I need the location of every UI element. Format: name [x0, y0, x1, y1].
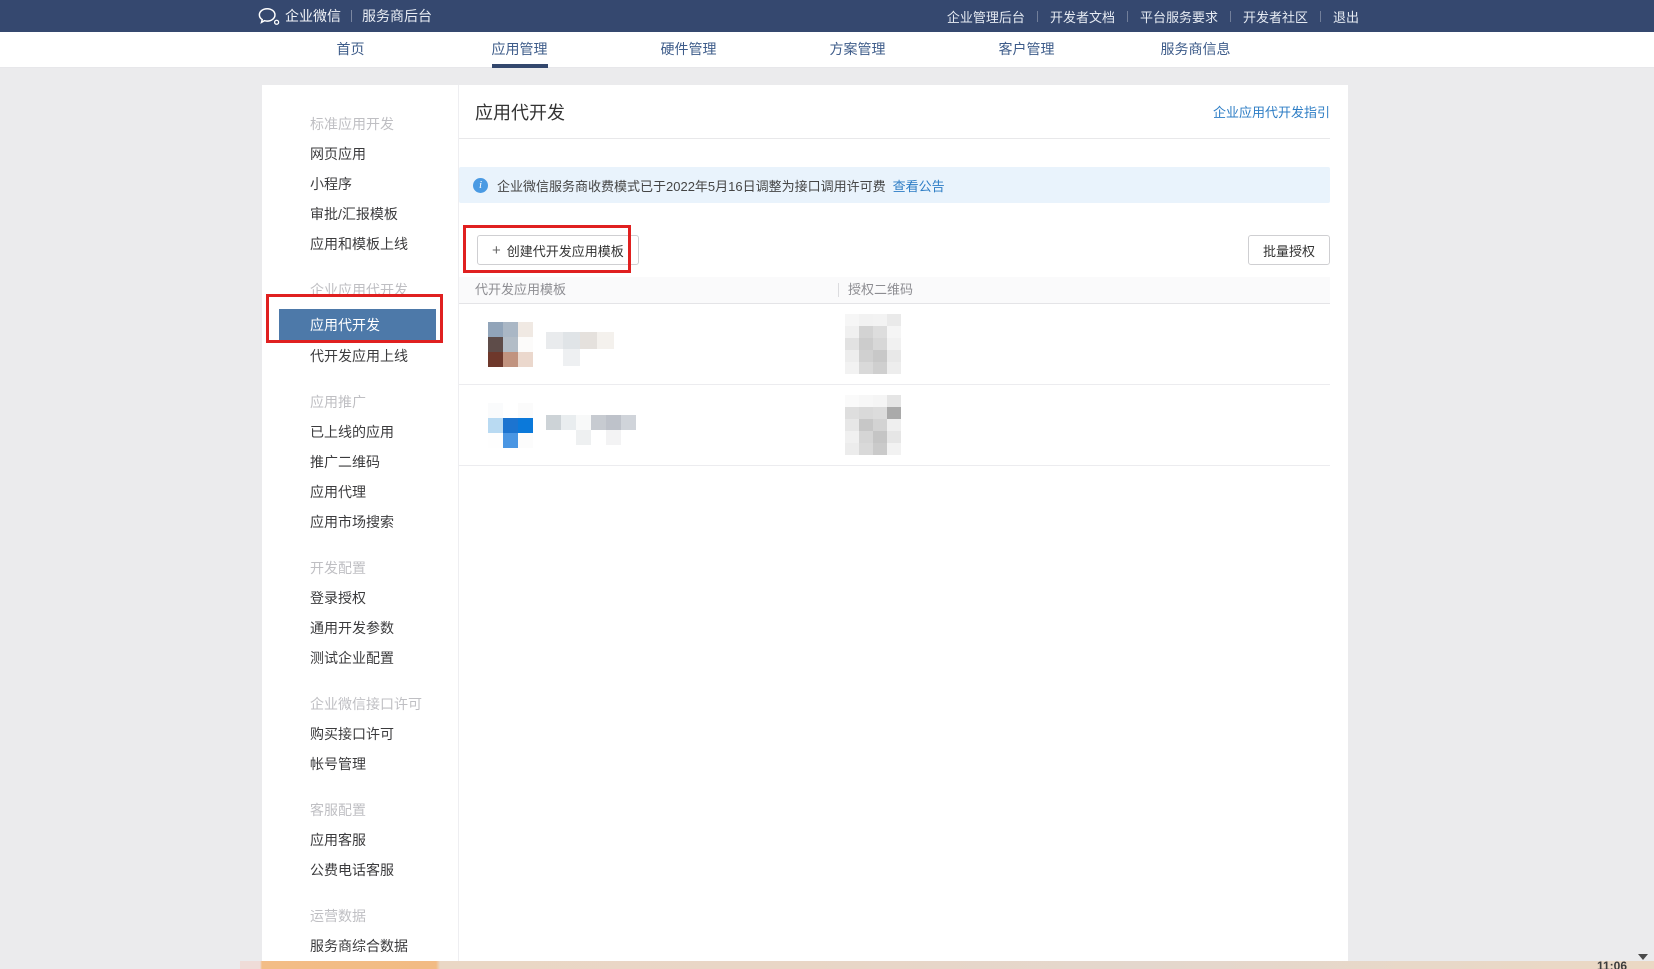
brand-name: 企业微信 [285, 6, 341, 26]
topbar-links: 企业管理后台 开发者文档 平台服务要求 开发者社区 退出 [947, 0, 1359, 32]
topbar: 企业微信 服务商后台 企业管理后台 开发者文档 平台服务要求 开发者社区 退出 [0, 0, 1654, 32]
main-nav: 首页 应用管理 硬件管理 方案管理 客户管理 服务商信息 [0, 32, 1654, 68]
toolbar: + 创建代开发应用模板 批量授权 [459, 235, 1330, 265]
info-icon: i [473, 178, 488, 193]
tab-solution-management[interactable]: 方案管理 [773, 32, 942, 68]
table-row[interactable] [459, 385, 1330, 466]
redacted-qr-code [845, 314, 901, 374]
sidebar-section-operation-data: 运营数据 [262, 901, 458, 931]
sidebar-item-launched-apps[interactable]: 已上线的应用 [262, 417, 458, 447]
topbar-link-developer-community[interactable]: 开发者社区 [1243, 7, 1308, 26]
background-window-strip: 11:06 [240, 961, 1654, 969]
guide-link[interactable]: 企业应用代开发指引 [1213, 102, 1330, 121]
sidebar-item-app-dev-proxy[interactable]: 应用代开发 [279, 309, 436, 341]
tab-hardware-management[interactable]: 硬件管理 [604, 32, 773, 68]
topbar-link-logout[interactable]: 退出 [1333, 7, 1359, 26]
sidebar-section-customer-service-config: 客服配置 [262, 795, 458, 825]
screen: 企业微信 服务商后台 企业管理后台 开发者文档 平台服务要求 开发者社区 退出 … [0, 0, 1654, 969]
table-header: 代开发应用模板 授权二维码 [459, 277, 1330, 304]
column-header-template: 代开发应用模板 [459, 277, 838, 303]
template-table: 代开发应用模板 授权二维码 [459, 277, 1330, 466]
tab-customer-management[interactable]: 客户管理 [942, 32, 1111, 68]
column-header-qr: 授权二维码 [838, 277, 1330, 303]
redacted-qr-code [845, 395, 901, 455]
divider [1320, 11, 1321, 22]
topbar-link-platform-requirements[interactable]: 平台服务要求 [1140, 7, 1218, 26]
sidebar-item-app-template-launch[interactable]: 应用和模板上线 [262, 229, 458, 259]
topbar-link-enterprise-admin[interactable]: 企业管理后台 [947, 7, 1025, 26]
tab-home[interactable]: 首页 [266, 32, 435, 68]
create-template-button[interactable]: + 创建代开发应用模板 [477, 235, 639, 265]
redacted-app-name [546, 415, 636, 445]
sidebar-item-provider-comprehensive-data[interactable]: 服务商综合数据 [262, 931, 458, 961]
brand-suffix: 服务商后台 [362, 6, 432, 26]
sidebar-section-standard-app-dev: 标准应用开发 [262, 109, 458, 139]
create-template-label: 创建代开发应用模板 [507, 241, 624, 260]
sidebar-item-mini-program[interactable]: 小程序 [262, 169, 458, 199]
sidebar-section-enterprise-app-dev-proxy: 企业应用代开发 [262, 275, 458, 305]
plus-icon: + [492, 242, 501, 259]
sidebar-item-approval-report-template[interactable]: 审批/汇报模板 [262, 199, 458, 229]
sidebar-section-api-license: 企业微信接口许可 [262, 689, 458, 719]
sidebar-item-web-app[interactable]: 网页应用 [262, 139, 458, 169]
brand[interactable]: 企业微信 服务商后台 [258, 0, 432, 32]
sidebar: 标准应用开发 网页应用 小程序 审批/汇报模板 应用和模板上线 企业应用代开发 … [262, 85, 459, 961]
sidebar-item-account-management[interactable]: 帐号管理 [262, 749, 458, 779]
topbar-link-developer-docs[interactable]: 开发者文档 [1050, 7, 1115, 26]
tab-app-management[interactable]: 应用管理 [435, 32, 604, 68]
sidebar-item-app-customer-service[interactable]: 应用客服 [262, 825, 458, 855]
sidebar-item-login-auth[interactable]: 登录授权 [262, 583, 458, 613]
redacted-app-icon [488, 322, 533, 367]
batch-authorize-button[interactable]: 批量授权 [1248, 235, 1330, 265]
notice-text: 企业微信服务商收费模式已于2022年5月16日调整为接口调用许可费 [497, 176, 886, 195]
sidebar-item-proxy-app-launch[interactable]: 代开发应用上线 [262, 341, 458, 371]
sidebar-section-dev-config: 开发配置 [262, 553, 458, 583]
divider [1127, 11, 1128, 22]
page-header: 应用代开发 企业应用代开发指引 [459, 85, 1330, 139]
main-content: 应用代开发 企业应用代开发指引 i 企业微信服务商收费模式已于2022年5月16… [459, 85, 1330, 466]
tray-arrow-icon [1638, 954, 1648, 960]
table-row[interactable] [459, 304, 1330, 385]
clock-text: 11:06 [1597, 961, 1627, 969]
page-title: 应用代开发 [475, 99, 565, 125]
sidebar-item-test-enterprise-config[interactable]: 测试企业配置 [262, 643, 458, 673]
content-panel: 标准应用开发 网页应用 小程序 审批/汇报模板 应用和模板上线 企业应用代开发 … [262, 85, 1348, 961]
tab-provider-info[interactable]: 服务商信息 [1111, 32, 1280, 68]
view-announcement-link[interactable]: 查看公告 [893, 176, 945, 195]
divider [1230, 11, 1231, 22]
notice-banner: i 企业微信服务商收费模式已于2022年5月16日调整为接口调用许可费 查看公告 [459, 167, 1330, 203]
redacted-app-name [546, 332, 614, 366]
sidebar-item-buy-api-license[interactable]: 购买接口许可 [262, 719, 458, 749]
sidebar-item-common-dev-params[interactable]: 通用开发参数 [262, 613, 458, 643]
wechat-work-logo-icon [258, 7, 280, 26]
redacted-app-icon [488, 403, 533, 448]
sidebar-item-toll-free-phone-service[interactable]: 公费电话客服 [262, 855, 458, 885]
sidebar-item-app-agent[interactable]: 应用代理 [262, 477, 458, 507]
divider [1037, 11, 1038, 22]
brand-divider [351, 10, 352, 22]
sidebar-item-promo-qr-code[interactable]: 推广二维码 [262, 447, 458, 477]
sidebar-item-app-market-search[interactable]: 应用市场搜索 [262, 507, 458, 537]
sidebar-section-app-promotion: 应用推广 [262, 387, 458, 417]
